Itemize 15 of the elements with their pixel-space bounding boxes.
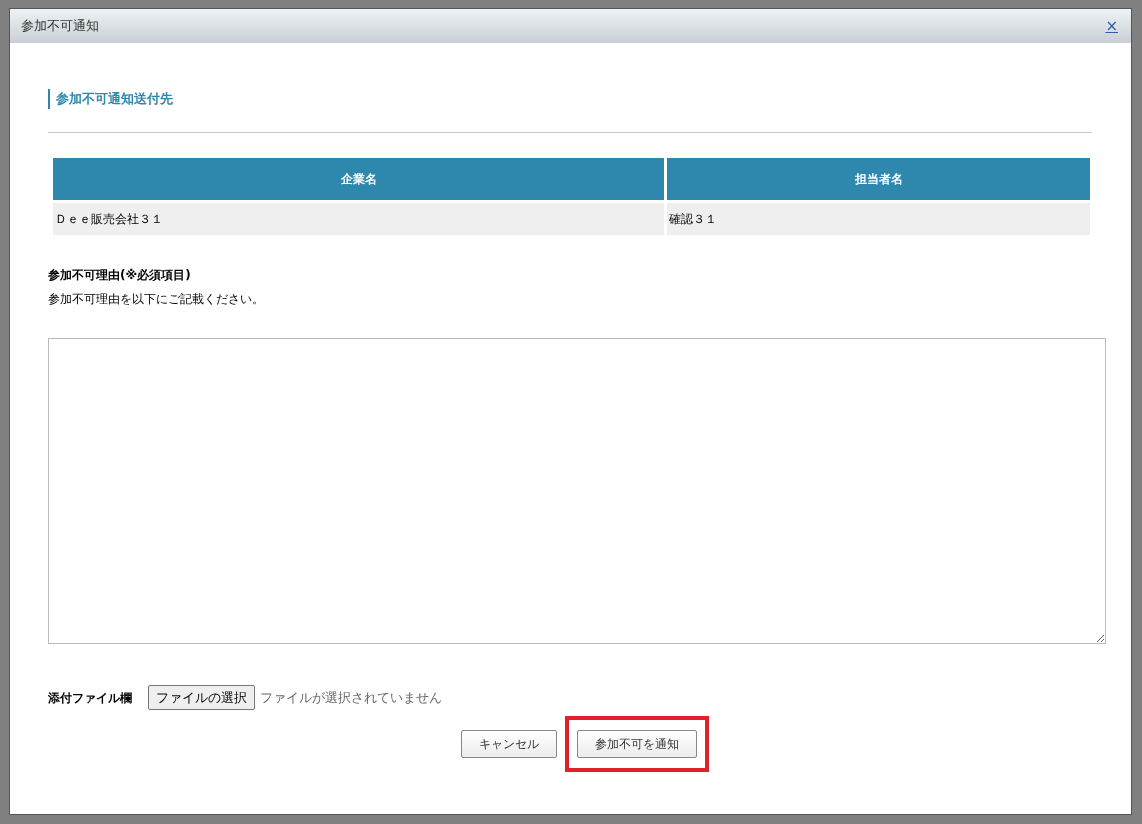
attachment-label: 添付ファイル欄 — [48, 689, 132, 707]
table-cell: 確認３１ — [667, 203, 1090, 235]
reason-label: 参加不可理由(※必須項目) — [48, 267, 191, 284]
reason-hint: 参加不可理由を以下にご記載ください。 — [48, 291, 264, 308]
reason-textarea[interactable] — [48, 338, 1106, 644]
column-header: 担当者名 — [667, 158, 1090, 200]
table-cell: Ｄｅｅ販売会社３１ — [53, 203, 664, 235]
file-select-button[interactable]: ファイルの選択 — [148, 685, 255, 710]
column-header: 企業名 — [53, 158, 664, 200]
cancel-button[interactable]: キャンセル — [460, 730, 557, 758]
notify-button[interactable]: 参加不可を通知 — [576, 730, 697, 758]
window-title: 参加不可通知 — [21, 17, 99, 36]
file-status-text: ファイルが選択されていません — [260, 688, 442, 707]
section-heading: 参加不可通知送付先 — [48, 89, 173, 109]
close-button[interactable]: × — [1105, 18, 1118, 34]
